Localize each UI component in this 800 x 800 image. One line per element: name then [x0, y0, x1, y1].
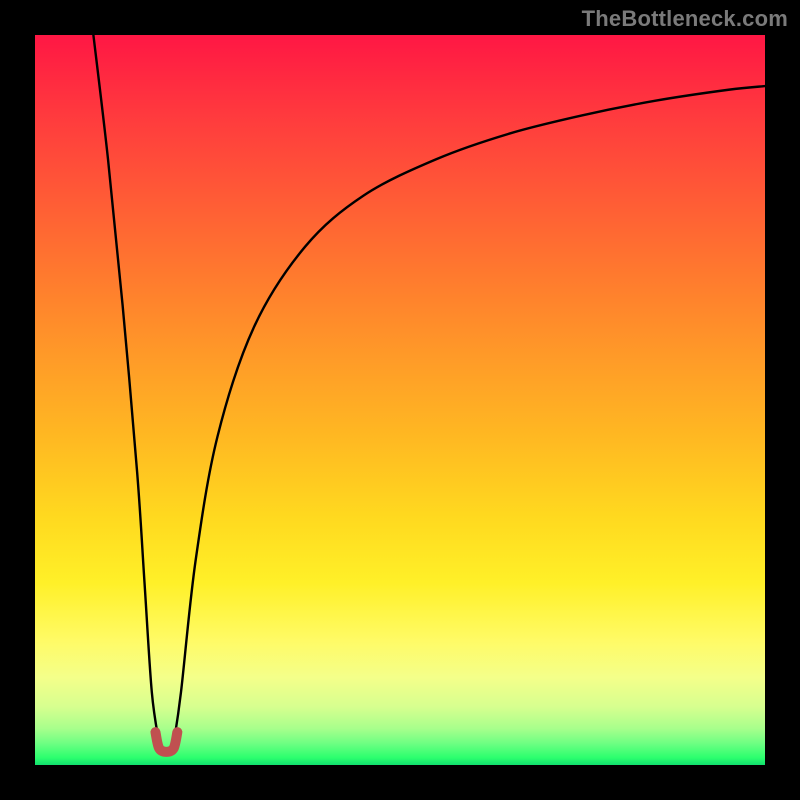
curve-layer	[35, 35, 765, 765]
bottleneck-curve-right	[174, 86, 765, 743]
watermark-text: TheBottleneck.com	[582, 6, 788, 32]
plot-area	[35, 35, 765, 765]
bottleneck-curve-left	[93, 35, 159, 743]
optimal-minimum-marker	[155, 732, 177, 752]
chart-frame: TheBottleneck.com	[0, 0, 800, 800]
